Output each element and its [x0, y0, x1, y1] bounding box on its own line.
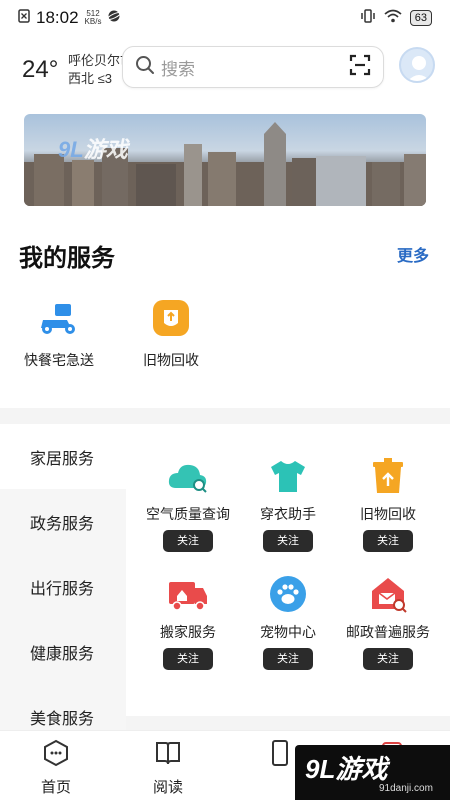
- more-link[interactable]: 更多: [397, 242, 429, 266]
- grid-item-label: 邮政普遍服务: [346, 624, 430, 640]
- follow-button[interactable]: 关注: [163, 648, 213, 670]
- service-recycle[interactable]: 旧物回收: [121, 296, 221, 370]
- grid-item-postal[interactable]: 邮政普遍服务 关注: [334, 572, 442, 670]
- network-speed: 512 KB/s: [84, 9, 102, 26]
- tab-label: 阅读: [152, 779, 183, 796]
- recycle-bin-icon: [366, 454, 410, 498]
- grid-item-recycle[interactable]: 旧物回收 关注: [334, 454, 442, 552]
- planet-icon: [107, 8, 122, 28]
- wifi-icon: [384, 8, 402, 28]
- avatar[interactable]: [399, 47, 435, 83]
- recycle-badge-icon: [149, 296, 193, 340]
- scan-icon[interactable]: [349, 54, 371, 81]
- grid-item-label: 空气质量查询: [146, 506, 230, 522]
- watermark-logo: 9L游戏: [305, 754, 388, 784]
- grid-item-air-quality[interactable]: 空气质量查询 关注: [134, 454, 242, 552]
- banner-logo: 9L游戏: [58, 137, 128, 162]
- category-grid: 空气质量查询 关注 穿衣助手 关注 旧物回收 关注 搬家服务 关注 宠物中心 关…: [126, 424, 450, 730]
- book-icon: [154, 742, 182, 771]
- tab-label: 首页: [40, 779, 71, 796]
- site-watermark: 9L游戏 91danji.com: [295, 745, 450, 800]
- follow-button[interactable]: 关注: [163, 530, 213, 552]
- status-time: 18:02: [36, 8, 79, 27]
- notification-icon: [18, 8, 30, 28]
- sidebar-item-home[interactable]: 家居服务: [0, 424, 126, 489]
- grid-item-label: 旧物回收: [360, 506, 416, 522]
- search-icon: [135, 55, 155, 80]
- grid-item-clothing[interactable]: 穿衣助手 关注: [234, 454, 342, 552]
- mail-house-icon: [366, 572, 410, 616]
- phone-tab-icon: [266, 740, 294, 771]
- status-bar: 18:02 512 KB/s 63: [0, 0, 450, 36]
- service-delivery[interactable]: 快餐宅急送: [9, 296, 109, 370]
- grid-item-moving[interactable]: 搬家服务 关注: [134, 572, 242, 670]
- wind-info: 西北 ≤3: [68, 71, 112, 86]
- section-divider: [0, 408, 450, 424]
- home-hex-icon: [42, 739, 70, 771]
- watermark-url: 91danji.com: [379, 783, 433, 794]
- moving-truck-icon: [166, 572, 210, 616]
- temperature[interactable]: 24°: [22, 56, 58, 84]
- category-sidebar: 家居服务 政务服务 出行服务 健康服务 美食服务: [0, 424, 126, 749]
- search-box[interactable]: 搜索: [122, 46, 384, 88]
- delivery-scooter-icon: [37, 296, 81, 340]
- tab-home[interactable]: 首页: [26, 739, 86, 797]
- promo-banner[interactable]: 9L游戏: [24, 114, 426, 206]
- section-title-my-services: 我的服务: [19, 245, 115, 272]
- cloud-search-icon: [166, 454, 210, 498]
- search-input[interactable]: 搜索: [161, 55, 349, 80]
- follow-button[interactable]: 关注: [263, 648, 313, 670]
- sidebar-item-travel[interactable]: 出行服务: [0, 554, 126, 619]
- sidebar-item-health[interactable]: 健康服务: [0, 619, 126, 684]
- service-label: 旧物回收: [143, 352, 199, 368]
- follow-button[interactable]: 关注: [363, 530, 413, 552]
- follow-button[interactable]: 关注: [363, 648, 413, 670]
- paw-icon: [266, 572, 310, 616]
- grid-bottom-divider: [126, 716, 450, 730]
- vibrate-icon: [360, 8, 376, 28]
- header: 24° 呼伦贝尔市 西北 ≤3 搜索: [0, 40, 450, 96]
- grid-item-label: 宠物中心: [260, 624, 316, 640]
- sidebar-item-government[interactable]: 政务服务: [0, 489, 126, 554]
- service-label: 快餐宅急送: [24, 352, 94, 368]
- battery-indicator: 63: [409, 10, 432, 26]
- tab-reading[interactable]: 阅读: [138, 739, 198, 797]
- grid-item-label: 搬家服务: [160, 624, 216, 640]
- tshirt-icon: [266, 454, 310, 498]
- follow-button[interactable]: 关注: [263, 530, 313, 552]
- grid-item-pet[interactable]: 宠物中心 关注: [234, 572, 342, 670]
- grid-item-label: 穿衣助手: [260, 506, 316, 522]
